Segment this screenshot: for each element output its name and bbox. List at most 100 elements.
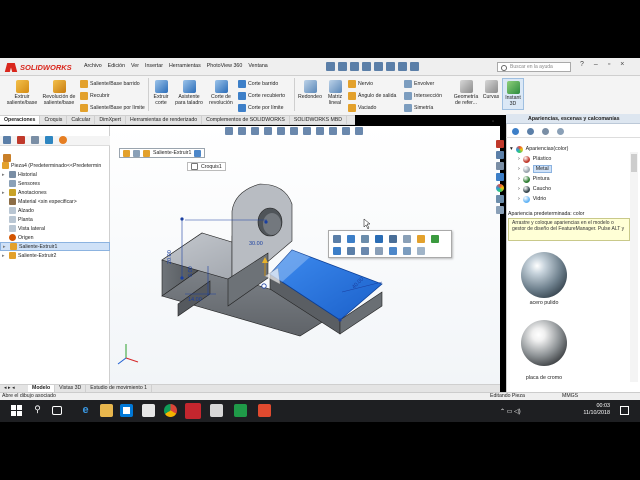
forum-icon[interactable]: [496, 206, 504, 214]
back-icon[interactable]: [512, 128, 519, 135]
hole-wizard-button[interactable]: Asistente para taladro: [173, 80, 205, 106]
clock-date[interactable]: 11/10/2018: [578, 410, 610, 416]
expand-arrow[interactable]: ›: [518, 196, 520, 202]
feature-tree-root[interactable]: Pieza4 (Predeterminado<<Predetermin: [0, 161, 110, 170]
store-icon[interactable]: [120, 404, 133, 417]
tab-evaluate[interactable]: Calcular: [67, 116, 96, 124]
menu-window[interactable]: Ventana: [248, 63, 267, 69]
menu-tools[interactable]: Herramientas: [169, 63, 201, 69]
tree-item-history[interactable]: ▸ Historial: [0, 170, 110, 179]
options-icon[interactable]: [410, 62, 419, 71]
dimension-label[interactable]: 30.00: [249, 241, 263, 247]
chrome-plate-swatch[interactable]: [521, 320, 567, 366]
help-icon[interactable]: ?: [580, 61, 584, 68]
dimension-label[interactable]: 14.00: [188, 297, 202, 303]
configuration-manager-icon[interactable]: [31, 136, 39, 144]
edge-icon[interactable]: e: [79, 404, 92, 417]
home-icon[interactable]: [542, 128, 549, 135]
wrap-button[interactable]: Envolver: [404, 80, 434, 88]
offset-icon[interactable]: [403, 247, 411, 255]
curves-button[interactable]: Curvas: [482, 80, 500, 100]
swept-cut-button[interactable]: Corte barrido: [238, 80, 278, 88]
revolve-cut-button[interactable]: Corte de revolución: [206, 80, 236, 106]
help-search-input[interactable]: Buscar en la ayuda: [497, 62, 571, 72]
open-icon[interactable]: [338, 62, 347, 71]
add-folder-icon[interactable]: [557, 128, 564, 135]
tree-item-extrude2[interactable]: ▸ Saliente-Extruir2: [0, 251, 110, 260]
solidworks-logo[interactable]: SOLIDWORKS: [6, 61, 74, 73]
tree-item-origin[interactable]: Origen: [0, 233, 110, 242]
dim-point[interactable]: [338, 318, 342, 322]
feature-manager-icon[interactable]: [3, 136, 11, 144]
design-library-icon[interactable]: [496, 151, 504, 159]
minimize-icon[interactable]: –: [594, 61, 598, 68]
custom-properties-icon[interactable]: [496, 195, 504, 203]
appearance-icon[interactable]: [417, 235, 425, 243]
expand-arrow[interactable]: ›: [518, 176, 520, 182]
expand-arrow[interactable]: ›: [518, 166, 520, 172]
isolate-icon[interactable]: [347, 247, 355, 255]
expand-arrow[interactable]: ›: [518, 186, 520, 192]
rib-button[interactable]: Nervio: [348, 80, 373, 88]
appearance-item-paint[interactable]: › Pintura: [510, 174, 628, 184]
draft-button[interactable]: Ángulo de salida: [348, 92, 396, 100]
extrude-cut-button[interactable]: Extruir corte: [150, 80, 172, 106]
appearance-item-rubber[interactable]: › Caucho: [510, 184, 628, 194]
file-explorer-icon[interactable]: [496, 162, 504, 170]
swept-boss-button[interactable]: Saliente/Base barrido: [80, 80, 140, 88]
menu-file[interactable]: Archivo: [84, 63, 102, 69]
normal-to-icon[interactable]: [375, 235, 383, 243]
property-manager-icon[interactable]: [17, 136, 25, 144]
save-icon[interactable]: [350, 62, 359, 71]
search-icon[interactable]: ⚲: [31, 404, 44, 417]
undo-icon[interactable]: [374, 62, 383, 71]
tree-item-sensors[interactable]: Sensores: [0, 179, 110, 188]
menu-photoview[interactable]: PhotoView 360: [207, 63, 243, 69]
appearance-item-plastic[interactable]: › Plástico: [510, 154, 628, 164]
tree-item-extrude1[interactable]: ▸ Saliente-Extruir1: [0, 242, 110, 251]
instant3d-button[interactable]: Instant 3D: [502, 78, 524, 110]
boundary-boss-button[interactable]: Saliente/Base por límite: [80, 104, 145, 112]
extrude-boss-button[interactable]: Extruir saliente/base: [2, 80, 42, 106]
display-manager-icon[interactable]: [59, 136, 67, 144]
recorder-icon[interactable]: [258, 404, 271, 417]
polished-steel-swatch[interactable]: [521, 252, 567, 298]
revolve-boss-button[interactable]: Revolución de saliente/base: [42, 80, 76, 106]
file-explorer-icon[interactable]: [100, 404, 113, 417]
more-icon[interactable]: [417, 247, 425, 255]
sketch-icon[interactable]: [361, 235, 369, 243]
appearances-scrollbar[interactable]: [630, 152, 638, 382]
tab-motion-study[interactable]: Estudio de movimiento 1: [86, 385, 153, 392]
lofted-cut-button[interactable]: Corte recubierto: [238, 92, 285, 100]
appearances-icon[interactable]: [496, 184, 504, 192]
menu-view[interactable]: Ver: [131, 63, 139, 69]
system-tray-icons[interactable]: ⌃ ▭ ◁): [500, 408, 521, 415]
mail-icon[interactable]: [142, 404, 155, 417]
clock-time[interactable]: 00:03: [582, 403, 611, 409]
tree-item-material[interactable]: Material <sin especificar>: [0, 197, 110, 206]
appearance-root[interactable]: ▾ Apariencias(color): [510, 144, 628, 154]
units-indicator[interactable]: MMGS: [562, 393, 578, 400]
dimxpert-manager-icon[interactable]: [45, 136, 53, 144]
collapse-arrow[interactable]: ▾: [510, 146, 513, 152]
intersect-button[interactable]: Intersección: [404, 92, 442, 100]
tree-item-front-plane[interactable]: Alzado: [0, 206, 110, 215]
viewport-restore-icon[interactable]: ▫: [492, 119, 494, 125]
print-icon[interactable]: [362, 62, 371, 71]
boundary-cut-button[interactable]: Corte por límite: [238, 104, 283, 112]
maximize-icon[interactable]: ▫: [608, 61, 610, 68]
tab-dimxpert[interactable]: DimXpert: [95, 116, 126, 124]
tab-features[interactable]: Operaciones: [0, 116, 41, 124]
dim-point[interactable]: [180, 217, 184, 221]
forward-icon[interactable]: [527, 128, 534, 135]
task-view-icon[interactable]: [52, 406, 62, 415]
solidworks-taskbar-icon[interactable]: [185, 403, 201, 419]
menu-insert[interactable]: Insertar: [145, 63, 163, 69]
loft-boss-button[interactable]: Recubrir: [80, 92, 110, 100]
tab-model[interactable]: Modelo: [28, 385, 56, 392]
shell-button[interactable]: Vaciado: [348, 104, 376, 112]
mirror-button[interactable]: Simetría: [404, 104, 433, 112]
select-tangency-icon[interactable]: [333, 247, 341, 255]
tree-item-annotations[interactable]: ▸ Anotaciones: [0, 188, 110, 197]
tree-item-top-plane[interactable]: Planta: [0, 215, 110, 224]
